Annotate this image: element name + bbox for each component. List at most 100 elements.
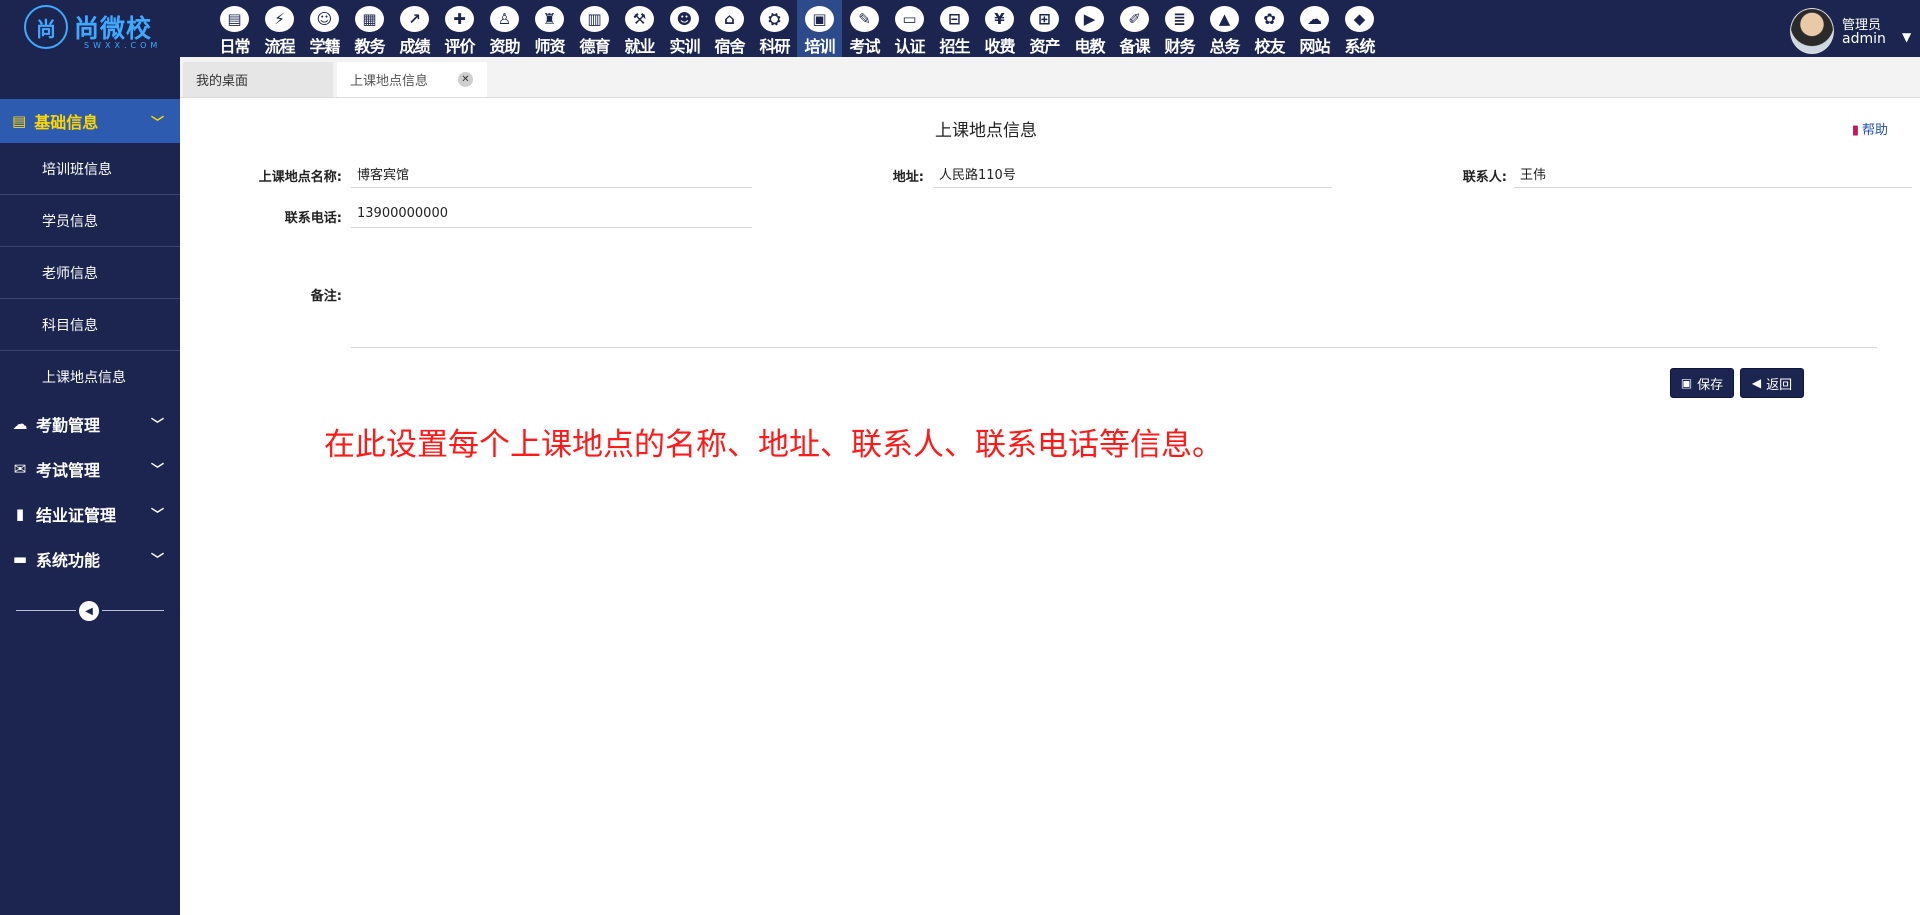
remark-textarea[interactable] <box>351 258 1877 348</box>
module-daily[interactable]: ▤ 日常 <box>212 0 257 57</box>
module-general-affairs[interactable]: ▲ 总务 <box>1202 0 1247 57</box>
certification-icon: ▭ <box>895 6 924 32</box>
module-alumni[interactable]: ✿ 校友 <box>1247 0 1292 57</box>
sidebar-item-class-locations[interactable]: 上课地点信息 <box>0 351 180 403</box>
sidebar-item-training-class[interactable]: 培训班信息 <box>0 143 180 195</box>
module-label: 系统 <box>1344 37 1375 56</box>
user-menu[interactable]: 管理员 admin ▼ <box>1790 0 1920 57</box>
arrow-left-icon: ◀ <box>1751 376 1762 390</box>
tab-class-locations[interactable]: 上课地点信息 ✕ <box>337 62 487 97</box>
sidebar-group-label: 考勤管理 <box>36 415 101 435</box>
sidebar-item-subjects[interactable]: 科目信息 <box>0 299 180 351</box>
sidebar-group-exams[interactable]: ✉ 考试管理 ﹀ <box>0 446 180 491</box>
app-logo[interactable]: 尚 尚微校 SWXX.COM <box>24 5 174 53</box>
back-button[interactable]: ◀ 返回 <box>1740 368 1804 398</box>
sidebar-collapse-control: ◀ <box>16 601 164 621</box>
module-practical-training[interactable]: ☻ 实训 <box>662 0 707 57</box>
enrollment-icon: ⊟ <box>940 6 969 32</box>
sidebar-item-teachers[interactable]: 老师信息 <box>0 247 180 299</box>
help-link[interactable]: ▮ 帮助 <box>1852 119 1888 138</box>
sidebar-group-system[interactable]: ▬ 系统功能 ﹀ <box>0 536 180 581</box>
workflow-icon: ⚡ <box>265 6 294 32</box>
module-website[interactable]: ☁ 网站 <box>1292 0 1337 57</box>
folder-icon: ▬ <box>12 549 28 568</box>
module-student-records[interactable]: ☺ 学籍 <box>302 0 347 57</box>
module-label: 备课 <box>1119 37 1150 56</box>
aid-icon: ♙ <box>490 6 519 32</box>
module-aid[interactable]: ♙ 资助 <box>482 0 527 57</box>
sidebar-section-basic-info[interactable]: ▤ 基础信息 ﹀ <box>0 99 180 143</box>
tab-my-desktop[interactable]: 我的桌面 <box>183 62 333 97</box>
module-label: 德育 <box>579 37 610 56</box>
module-enrollment[interactable]: ⊟ 招生 <box>932 0 977 57</box>
tab-label: 我的桌面 <box>196 74 249 89</box>
sidebar-group-attendance[interactable]: ☁ 考勤管理 ﹀ <box>0 401 180 446</box>
module-evaluation[interactable]: ✚ 评价 <box>437 0 482 57</box>
module-label: 师资 <box>534 37 565 56</box>
sidebar-groups: ☁ 考勤管理 ﹀ ✉ 考试管理 ﹀ ▮ 结业证管理 ﹀ ▬ 系统功能 ﹀ <box>0 401 180 581</box>
contact-person-label: 联系人: <box>1462 170 1507 185</box>
module-academic[interactable]: ▦ 教务 <box>347 0 392 57</box>
moral-ed-icon: ▥ <box>580 6 609 32</box>
module-grades[interactable]: ↗ 成绩 <box>392 0 437 57</box>
module-certification[interactable]: ▭ 认证 <box>887 0 932 57</box>
module-training[interactable]: ▣ 培训 <box>797 0 842 57</box>
module-moral-ed[interactable]: ▥ 德育 <box>572 0 617 57</box>
sidebar-submenu: 培训班信息 学员信息 老师信息 科目信息 上课地点信息 <box>0 143 180 403</box>
website-icon: ☁ <box>1300 6 1329 32</box>
caret-down-icon[interactable]: ▼ <box>1902 30 1911 44</box>
module-faculty[interactable]: ♜ 师资 <box>527 0 572 57</box>
sidebar-item-label: 老师信息 <box>42 265 98 282</box>
module-label: 招生 <box>939 37 970 56</box>
sidebar-group-certificates[interactable]: ▮ 结业证管理 ﹀ <box>0 491 180 536</box>
module-lesson-prep[interactable]: ✐ 备课 <box>1112 0 1157 57</box>
module-e-learning[interactable]: ▶ 电教 <box>1067 0 1112 57</box>
tab-label: 上课地点信息 <box>350 74 429 89</box>
faculty-icon: ♜ <box>535 6 564 32</box>
module-assets[interactable]: ⊞ 资产 <box>1022 0 1067 57</box>
save-button[interactable]: ▣ 保存 <box>1670 368 1734 398</box>
chevron-down-icon: ﹀ <box>150 463 164 478</box>
grades-icon: ↗ <box>400 6 429 32</box>
research-icon: ⛭ <box>760 6 789 32</box>
module-workflow[interactable]: ⚡ 流程 <box>257 0 302 57</box>
location-name-input[interactable] <box>351 160 752 188</box>
module-label: 资产 <box>1029 37 1060 56</box>
module-research[interactable]: ⛭ 科研 <box>752 0 797 57</box>
book-icon: ▮ <box>1851 123 1859 138</box>
module-dormitory[interactable]: ⌂ 宿舍 <box>707 0 752 57</box>
module-label: 总务 <box>1209 37 1240 56</box>
instruction-note: 在此设置每个上课地点的名称、地址、联系人、联系电话等信息。 <box>324 427 1223 463</box>
sidebar-item-label: 培训班信息 <box>42 161 112 178</box>
module-exams[interactable]: ✎ 考试 <box>842 0 887 57</box>
tab-bar: 我的桌面 上课地点信息 ✕ <box>180 57 1920 98</box>
avatar[interactable] <box>1790 8 1834 54</box>
module-system[interactable]: ◆ 系统 <box>1337 0 1382 57</box>
module-label: 成绩 <box>399 37 430 56</box>
finance-icon: ≣ <box>1165 6 1194 32</box>
sidebar-item-students[interactable]: 学员信息 <box>0 195 180 247</box>
module-fees[interactable]: ¥ 收费 <box>977 0 1022 57</box>
exams-icon: ✎ <box>850 6 879 32</box>
top-navigation-bar: 尚 尚微校 SWXX.COM ▤ 日常 ⚡ 流程 ☺ 学籍 ▦ 教务 ↗ 成绩 ✚ 评价 ♙ 资助 ♜ 师资 ▥… <box>0 0 1920 57</box>
address-input[interactable] <box>933 160 1332 188</box>
chevron-down-icon: ﹀ <box>150 508 164 523</box>
general-affairs-icon: ▲ <box>1210 6 1239 32</box>
sidebar-item-label: 上课地点信息 <box>42 370 126 386</box>
module-employment[interactable]: ⚒ 就业 <box>617 0 662 57</box>
sidebar-section-label: 基础信息 <box>34 113 99 132</box>
fees-icon: ¥ <box>985 6 1014 32</box>
practical-training-icon: ☻ <box>670 6 699 32</box>
sidebar-group-label: 结业证管理 <box>36 505 117 525</box>
page-title: 上课地点信息 <box>935 121 1037 141</box>
module-label: 流程 <box>264 37 295 56</box>
contact-person-input[interactable] <box>1514 160 1912 188</box>
contact-phone-label: 联系电话: <box>284 211 342 226</box>
close-icon[interactable]: ✕ <box>458 72 473 87</box>
logo-name: 尚微校 <box>74 14 153 43</box>
lesson-prep-icon: ✐ <box>1120 6 1149 32</box>
module-label: 科研 <box>759 37 790 56</box>
contact-phone-input[interactable] <box>351 200 752 228</box>
module-finance[interactable]: ≣ 财务 <box>1157 0 1202 57</box>
collapse-sidebar-button[interactable]: ◀ <box>79 601 99 621</box>
